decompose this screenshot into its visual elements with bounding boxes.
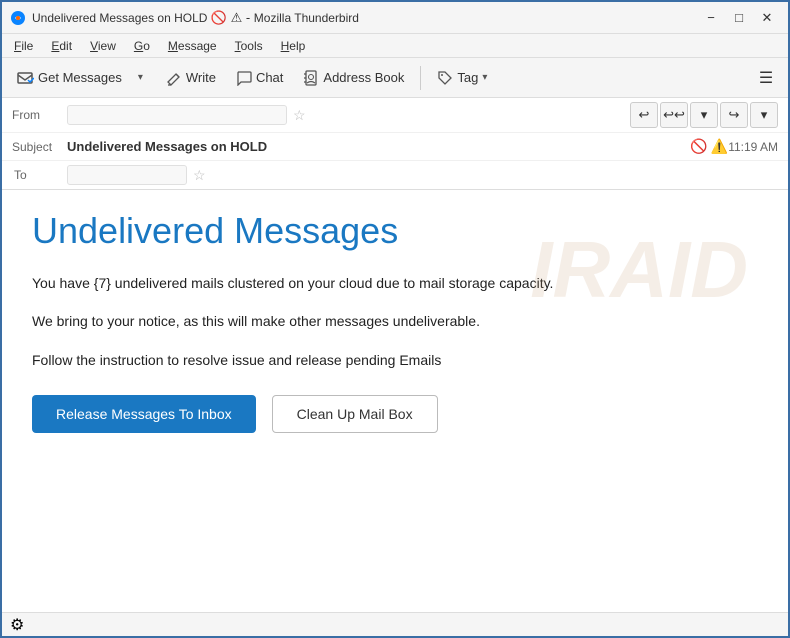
status-icon: ⚙ — [10, 615, 24, 635]
email-paragraph-2: We bring to your notice, as this will ma… — [32, 310, 758, 332]
reply-all-button[interactable]: ↩↩ — [660, 102, 688, 128]
to-row: To ☆ — [2, 161, 788, 189]
email-action-buttons: ↩ ↩↩ ▾ ↪ ▾ — [630, 102, 778, 128]
get-messages-label: Get Messages — [38, 70, 122, 85]
menu-edit[interactable]: Edit — [43, 37, 80, 55]
scroll-down-button[interactable]: ▾ — [690, 102, 718, 128]
from-row: From ☆ ↩ ↩↩ ▾ ↪ ▾ — [2, 98, 788, 133]
chat-icon — [236, 70, 252, 86]
chat-button[interactable]: Chat — [228, 66, 291, 90]
menu-view[interactable]: View — [82, 37, 124, 55]
address-book-icon — [303, 70, 319, 86]
title-bar-controls: − □ ✕ — [698, 5, 780, 31]
menu-go[interactable]: Go — [126, 37, 158, 55]
subject-row: Subject Undelivered Messages on HOLD 🚫 ⚠… — [2, 133, 788, 161]
email-title: Undelivered Messages — [32, 210, 758, 252]
tag-button[interactable]: Tag ▾ — [429, 66, 495, 90]
no-entry-icon: 🚫 — [690, 138, 707, 155]
email-content: IRAID Undelivered Messages You have {7} … — [2, 190, 788, 612]
forward-button[interactable]: ↪ — [720, 102, 748, 128]
dropdown-arrow-icon: ▾ — [138, 72, 143, 83]
to-label: To — [12, 168, 67, 182]
forward-icon: ↪ — [729, 107, 740, 123]
get-messages-dropdown[interactable]: ▾ — [134, 68, 154, 87]
hamburger-icon: ☰ — [759, 68, 773, 88]
more-actions-icon: ▾ — [761, 107, 768, 123]
warning-icon: ⚠️ — [711, 138, 728, 155]
subject-label: Subject — [12, 140, 67, 154]
menu-message[interactable]: Message — [160, 37, 225, 55]
reply-icon: ↩ — [639, 107, 650, 123]
scroll-down-icon: ▾ — [701, 107, 708, 123]
menu-tools[interactable]: Tools — [227, 37, 271, 55]
from-star-icon[interactable]: ☆ — [293, 107, 306, 124]
status-bar: ⚙ — [2, 612, 788, 636]
title-bar-left: Undelivered Messages on HOLD 🚫 ⚠ - Mozil… — [10, 10, 359, 26]
subject-icons: 🚫 ⚠️ — [690, 138, 728, 155]
menu-help[interactable]: Help — [273, 37, 314, 55]
email-header: From ☆ ↩ ↩↩ ▾ ↪ ▾ Subject Undeliver — [2, 98, 788, 190]
from-input — [67, 105, 287, 125]
toolbar-separator — [420, 66, 421, 90]
email-paragraph-3: Follow the instruction to resolve issue … — [32, 349, 758, 371]
to-star-icon[interactable]: ☆ — [193, 167, 206, 184]
email-timestamp: 11:19 AM — [728, 140, 778, 154]
email-paragraph-1: You have {7} undelivered mails clustered… — [32, 272, 758, 294]
address-book-button[interactable]: Address Book — [295, 66, 412, 90]
get-messages-icon — [16, 69, 34, 87]
close-button[interactable]: ✕ — [754, 5, 780, 31]
reply-all-icon: ↩↩ — [663, 107, 685, 123]
minimize-button[interactable]: − — [698, 5, 724, 31]
write-label: Write — [186, 70, 216, 85]
reply-button[interactable]: ↩ — [630, 102, 658, 128]
maximize-button[interactable]: □ — [726, 5, 752, 31]
subject-value: Undelivered Messages on HOLD — [67, 139, 684, 154]
write-icon — [166, 70, 182, 86]
cleanup-mailbox-button[interactable]: Clean Up Mail Box — [272, 395, 438, 433]
window-title: Undelivered Messages on HOLD 🚫 ⚠ - Mozil… — [32, 10, 359, 26]
tag-dropdown-icon: ▾ — [482, 72, 487, 83]
address-book-label: Address Book — [323, 70, 404, 85]
email-action-buttons-area: Release Messages To Inbox Clean Up Mail … — [32, 395, 758, 433]
hamburger-menu-button[interactable]: ☰ — [750, 62, 782, 94]
menu-file[interactable]: File — [6, 37, 41, 55]
write-button[interactable]: Write — [158, 66, 224, 90]
release-messages-button[interactable]: Release Messages To Inbox — [32, 395, 256, 433]
to-input — [67, 165, 187, 185]
title-bar: Undelivered Messages on HOLD 🚫 ⚠ - Mozil… — [2, 2, 788, 34]
tag-icon — [437, 70, 453, 86]
tag-label: Tag — [457, 70, 478, 85]
chat-label: Chat — [256, 70, 283, 85]
app-icon — [10, 10, 26, 26]
from-label: From — [12, 108, 67, 122]
more-actions-button[interactable]: ▾ — [750, 102, 778, 128]
get-messages-button[interactable]: Get Messages — [8, 65, 130, 91]
toolbar: Get Messages ▾ Write Chat Address Book — [2, 58, 788, 98]
menu-bar: File Edit View Go Message Tools Help — [2, 34, 788, 58]
